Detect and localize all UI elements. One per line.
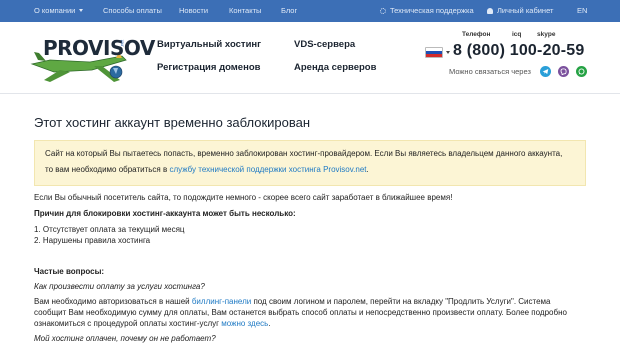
nav-servers[interactable]: Аренда серверов bbox=[294, 62, 376, 73]
menu-cabinet-label: Личный кабинет bbox=[497, 6, 554, 15]
phone-number[interactable]: 8 (800) 100-20-59 bbox=[453, 42, 585, 60]
menu-support[interactable]: Техническая поддержка bbox=[380, 6, 474, 15]
answer-text: ознакомиться с процедурой оплаты хостинг… bbox=[34, 319, 222, 328]
answer-text: под своим логином и паролем, перейти на … bbox=[251, 297, 551, 306]
nav-vds[interactable]: VDS-сервера bbox=[294, 39, 355, 50]
menu-contacts[interactable]: Контакты bbox=[229, 6, 261, 15]
user-icon bbox=[487, 8, 493, 14]
faq-answer-1-line-1: Вам необходимо авторизоваться в нашей би… bbox=[34, 297, 551, 306]
notice-line-2-end: . bbox=[366, 165, 369, 174]
site-header: PROVISOV .net Виртуальный хостинг VDS-се… bbox=[0, 22, 620, 94]
answer-text: Вам необходимо авторизоваться в нашей bbox=[34, 297, 192, 306]
menu-news[interactable]: Новости bbox=[179, 6, 208, 15]
menu-about-label: О компании bbox=[34, 6, 76, 15]
page-title: Этот хостинг аккаунт временно заблокиров… bbox=[34, 115, 311, 130]
label-phone: Телефон bbox=[462, 31, 491, 38]
gear-icon bbox=[380, 8, 386, 14]
billing-panel-link[interactable]: биллинг-панели bbox=[192, 297, 251, 306]
chevron-down-icon bbox=[79, 9, 84, 12]
reason-2: 2. Нарушены правила хостинга bbox=[34, 236, 151, 245]
logo[interactable]: PROVISOV .net bbox=[30, 30, 155, 86]
menu-cabinet[interactable]: Личный кабинет bbox=[487, 6, 553, 15]
faq-title: Частые вопросы: bbox=[34, 267, 105, 276]
label-icq[interactable]: icq bbox=[512, 31, 521, 38]
russia-flag-icon[interactable] bbox=[425, 47, 443, 58]
payment-procedure-link[interactable]: можно здесь bbox=[221, 319, 268, 328]
logo-text: PROVISOV bbox=[43, 36, 155, 60]
visitor-text: Если Вы обычный посетитель сайта, то под… bbox=[34, 193, 453, 202]
menu-blog[interactable]: Блог bbox=[281, 6, 297, 15]
menu-support-label: Техническая поддержка bbox=[390, 6, 474, 15]
blocked-notice: Сайт на который Вы пытаетесь попасть, вр… bbox=[34, 140, 586, 186]
nav-domains[interactable]: Регистрация доменов bbox=[157, 62, 260, 73]
language-switch[interactable]: EN bbox=[577, 6, 587, 15]
reasons-title: Причин для блокировки хостинг-аккаунта м… bbox=[34, 209, 296, 218]
notice-line-2-text: то вам необходимо обратиться в bbox=[45, 165, 170, 174]
contact-via-text: Можно связаться через bbox=[449, 67, 531, 76]
whatsapp-icon[interactable] bbox=[576, 66, 587, 77]
faq-question-2: Мой хостинг оплачен, почему он не работа… bbox=[34, 334, 216, 343]
telegram-icon[interactable] bbox=[540, 66, 551, 77]
faq-question-1: Как произвести оплату за услуги хостинга… bbox=[34, 282, 205, 291]
support-link[interactable]: службу технической поддержки хостинга Pr… bbox=[169, 165, 366, 174]
top-bar: О компании Способы оплаты Новости Контак… bbox=[0, 0, 620, 22]
menu-about[interactable]: О компании bbox=[34, 6, 84, 15]
chevron-down-icon[interactable] bbox=[446, 51, 450, 54]
nav-virtual-hosting[interactable]: Виртуальный хостинг bbox=[157, 39, 261, 50]
notice-line-2: то вам необходимо обратиться в службу те… bbox=[45, 165, 369, 174]
viber-icon[interactable] bbox=[558, 66, 569, 77]
answer-text: . bbox=[268, 319, 271, 328]
menu-payment[interactable]: Способы оплаты bbox=[103, 6, 162, 15]
reason-1: 1. Отсутствует оплата за текущий месяц bbox=[34, 225, 185, 234]
logo-suffix: .net bbox=[119, 39, 125, 48]
label-skype[interactable]: skype bbox=[537, 31, 555, 38]
notice-line-1: Сайт на который Вы пытаетесь попасть, вр… bbox=[45, 149, 563, 158]
faq-answer-1-line-2: сообщит Вам необходимую сумму для оплаты… bbox=[34, 308, 567, 317]
faq-answer-1-line-3: ознакомиться с процедурой оплаты хостинг… bbox=[34, 319, 271, 328]
main-content: Этот хостинг аккаунт временно заблокиров… bbox=[0, 95, 620, 343]
